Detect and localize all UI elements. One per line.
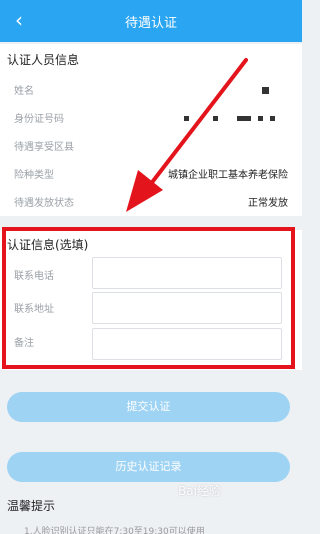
phone-input[interactable] — [92, 257, 282, 289]
tips-title: 温馨提示 — [7, 499, 56, 513]
section-title-personal: 认证人员信息 — [7, 53, 80, 67]
remark-input[interactable] — [92, 328, 282, 360]
row-label-district: 待遇享受区县 — [14, 142, 74, 153]
row-label-id: 身份证号码 — [14, 114, 64, 125]
row-label-name: 姓名 — [14, 86, 34, 97]
tips-line: 1.人脸识别认证只能在7:30至19:30可以使用 — [24, 527, 205, 534]
page-title: 待遇认证 — [124, 16, 177, 31]
top-bar: ‹ 待遇认证 — [0, 0, 302, 42]
section-title-auth: 认证信息(选填) — [7, 238, 89, 252]
watermark-logo: Bai经验 — [178, 484, 221, 498]
row-label-insurance-type: 险种类型 — [14, 170, 54, 181]
row-label-payment-status: 待遇发放状态 — [14, 198, 74, 209]
row-value-insurance-type: 城镇企业职工基本养老保险 — [168, 170, 288, 181]
row-value-payment-status: 正常发放 — [248, 198, 288, 209]
personal-info-section: 认证人员信息 姓名 身份证号码 待遇享受区县 险种类型 城镇企业职工基本养老保险… — [0, 44, 302, 216]
field-label-remark: 备注 — [14, 338, 34, 349]
history-records-button[interactable]: 历史认证记录 — [7, 452, 290, 482]
field-label-phone: 联系电话 — [14, 271, 54, 282]
address-input[interactable] — [92, 292, 282, 324]
masked-name — [262, 87, 269, 94]
auth-info-section: 认证信息(选填) 联系电话 联系地址 备注 — [0, 230, 302, 370]
submit-auth-button[interactable]: 提交认证 — [7, 392, 290, 422]
field-label-address: 联系地址 — [14, 304, 54, 315]
